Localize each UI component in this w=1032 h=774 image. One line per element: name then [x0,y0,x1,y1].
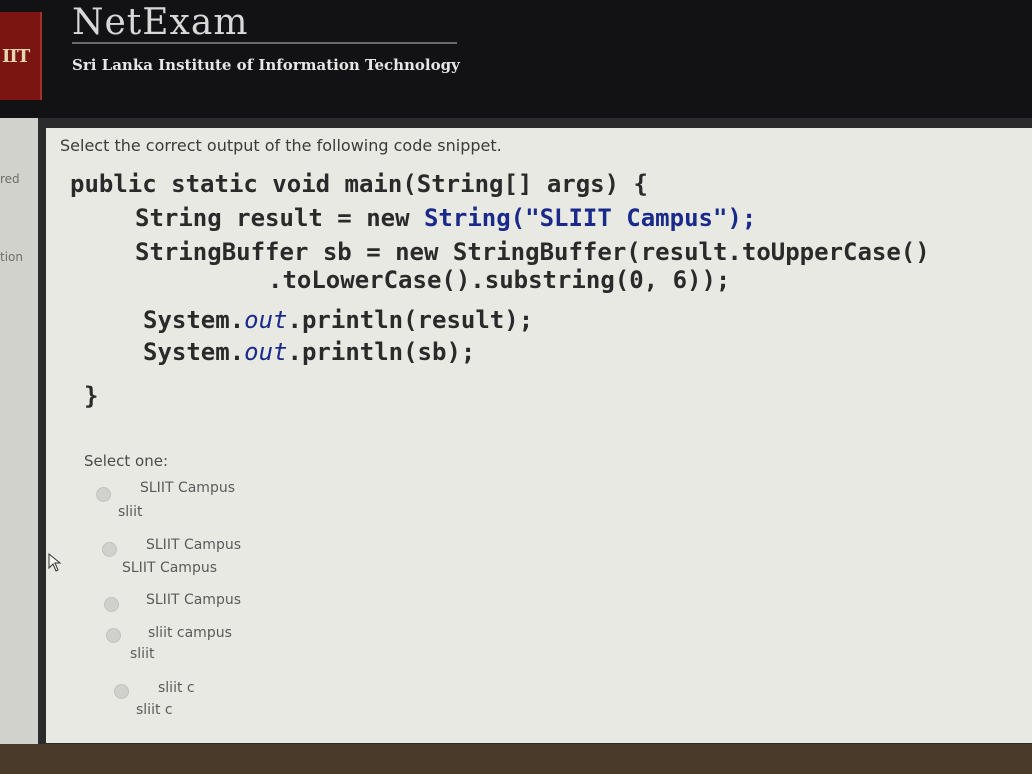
code-line-3: StringBuffer sb = new StringBuffer(resul… [135,238,930,266]
code-line-7: } [84,382,99,410]
option-3-line-1: SLIIT Campus [146,592,241,608]
mouse-cursor-icon [48,553,62,572]
app-header: IIT NetExam Sri Lanka Institute of Infor… [0,0,1032,118]
option-1-radio[interactable] [96,487,111,502]
nav-item-2[interactable]: tion [0,250,23,264]
title-divider [72,42,457,44]
option-1-line-2: sliit [118,504,143,520]
code-line-5: System.out.println(result); [143,306,533,334]
option-4-line-1: sliit campus [148,625,232,641]
left-nav: red tion [0,118,38,774]
code-line-6: System.out.println(sb); [143,338,475,366]
option-5-line-2: sliit c [136,702,173,718]
organization-name: Sri Lanka Institute of Information Techn… [72,56,460,74]
sliit-logo: IIT [0,12,42,100]
option-4-line-2: sliit [130,646,155,662]
logo-text: IIT [2,46,30,67]
option-2-line-2: SLIIT Campus [122,560,217,576]
nav-item-1[interactable]: red [0,172,20,186]
option-3-radio[interactable] [104,597,119,612]
code-line-6-b: out [244,338,288,366]
option-5-radio[interactable] [114,684,129,699]
code-line-2-a: String result = new [135,204,424,232]
code-line-1: public static void main(String[] args) { [70,170,648,198]
desk-background [0,744,1032,774]
code-line-2: String result = new String("SLIIT Campus… [135,204,756,232]
option-2-line-1: SLIIT Campus [146,537,241,553]
option-4-radio[interactable] [106,628,121,643]
code-line-5-c: .println(result); [287,306,534,334]
question-prompt: Select the correct output of the followi… [60,136,502,155]
code-line-6-c: .println(sb); [287,338,476,366]
code-line-2-b: String("SLIIT Campus"); [423,204,757,232]
select-one-label: Select one: [84,452,169,470]
code-line-5-b: out [244,306,288,334]
code-line-4: .toLowerCase().substring(0, 6)); [268,266,731,294]
app-title: NetExam [72,2,249,43]
option-2-radio[interactable] [102,542,117,557]
code-line-5-a: System. [143,306,245,334]
code-line-6-a: System. [143,338,245,366]
option-5-line-1: sliit c [158,680,195,696]
option-1-line-1: SLIIT Campus [140,480,235,496]
